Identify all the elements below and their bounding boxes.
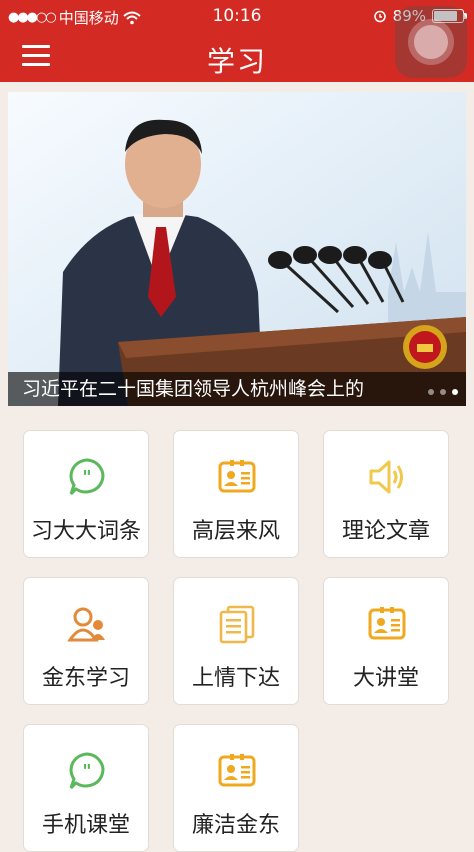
tile-2[interactable]: 高层来风 [173, 430, 299, 558]
tile-4[interactable]: 金东学习 [23, 577, 149, 705]
tile-label: 上情下达 [191, 666, 280, 691]
tile-7[interactable]: " 手机课堂 [23, 724, 149, 852]
assistive-touch-button[interactable] [395, 6, 467, 78]
pager-dot [440, 389, 446, 395]
alarm-icon [373, 10, 386, 23]
tile-1[interactable]: " 习大大词条 [23, 430, 149, 558]
documents-icon [217, 604, 257, 644]
speech-bubble-icon: " [67, 751, 107, 791]
id-card-icon [217, 751, 257, 791]
tile-label: 高层来风 [191, 519, 280, 544]
id-card-icon [217, 457, 257, 497]
pager-dot [428, 389, 434, 395]
banner-caption: 习近平在二十国集团领导人杭州峰会上的 [8, 372, 466, 406]
speaker-icon [367, 457, 407, 497]
id-card-icon [367, 604, 407, 644]
pager-dot-active [452, 389, 458, 395]
tile-8[interactable]: 廉洁金东 [173, 724, 299, 852]
tile-label: 理论文章 [341, 519, 430, 544]
svg-text:": " [82, 467, 91, 488]
tile-label: 手机课堂 [41, 813, 130, 838]
tile-label: 大讲堂 [352, 666, 419, 691]
tile-3[interactable]: 理论文章 [323, 430, 449, 558]
tile-label: 廉洁金东 [191, 813, 280, 838]
tile-5[interactable]: 上情下达 [173, 577, 299, 705]
tile-label: 金东学习 [41, 666, 130, 691]
tile-6[interactable]: 大讲堂 [323, 577, 449, 705]
banner-photo [8, 92, 466, 406]
svg-text:": " [82, 761, 91, 782]
banner-pager [428, 389, 458, 395]
speech-bubble-icon: " [67, 457, 107, 497]
tile-label: 习大大词条 [30, 519, 141, 544]
news-banner[interactable]: 习近平在二十国集团领导人杭州峰会上的 [8, 92, 466, 406]
people-icon [67, 604, 107, 644]
